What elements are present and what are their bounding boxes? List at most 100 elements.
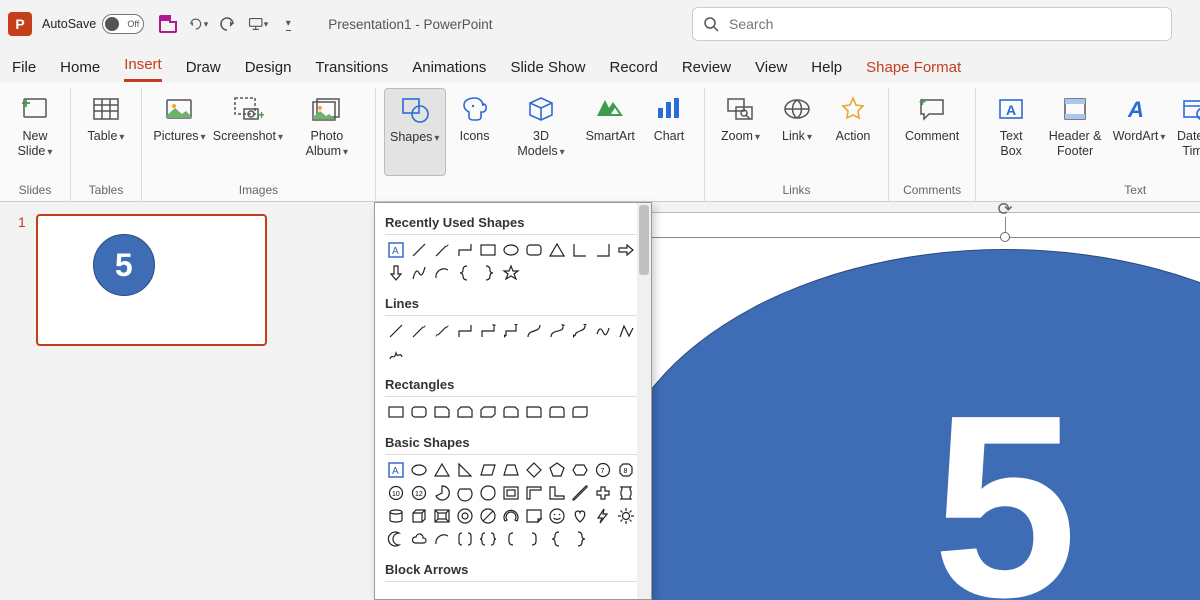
shape-hexagon[interactable] [569, 459, 591, 481]
from-beginning-button[interactable]: ▾ [248, 14, 268, 34]
shape-l-connector[interactable] [569, 239, 591, 261]
shape-round1[interactable] [523, 401, 545, 423]
shape-lightning[interactable] [592, 505, 614, 527]
shape-pentagon[interactable] [546, 459, 568, 481]
tab-transitions[interactable]: Transitions [315, 59, 388, 82]
text-box-button[interactable]: A Text Box [984, 88, 1038, 176]
shape-curve-double[interactable] [569, 320, 591, 342]
shape-freeform[interactable] [615, 320, 637, 342]
slide-thumbnail-panel[interactable]: 1 5 [0, 202, 285, 600]
shape-l-shape[interactable] [546, 482, 568, 504]
shape-curve-arrow[interactable] [546, 320, 568, 342]
shape-text-box2[interactable]: A [385, 459, 407, 481]
shape-octagon[interactable]: 8 [615, 459, 637, 481]
shape-can[interactable] [385, 505, 407, 527]
shape-parallelogram[interactable] [477, 459, 499, 481]
shape-double-brace[interactable] [477, 528, 499, 550]
tab-review[interactable]: Review [682, 59, 731, 82]
shape-cross[interactable] [592, 482, 614, 504]
shape-brace-right[interactable] [477, 262, 499, 284]
shape-smiley[interactable] [546, 505, 568, 527]
shape-heart[interactable] [569, 505, 591, 527]
shape-star[interactable] [500, 262, 522, 284]
3d-models-button[interactable]: 3D Models [504, 88, 579, 176]
redo-button[interactable] [218, 14, 238, 34]
shape-left-bracket[interactable] [500, 528, 522, 550]
shape-curve[interactable] [408, 262, 430, 284]
resize-handle[interactable] [1000, 232, 1010, 242]
shape-curve-conn[interactable] [523, 320, 545, 342]
shape-folded-corner[interactable] [523, 505, 545, 527]
shape-diag-stripe[interactable] [569, 482, 591, 504]
shape-cube[interactable] [408, 505, 430, 527]
search-input[interactable] [729, 16, 1161, 32]
thumbnail-row[interactable]: 1 5 [18, 214, 267, 346]
shape-triangle2[interactable] [431, 459, 453, 481]
shape-arrow-right[interactable] [615, 239, 637, 261]
shape-line-arrow[interactable] [408, 320, 430, 342]
tab-design[interactable]: Design [245, 59, 292, 82]
slide-thumbnail-1[interactable]: 5 [36, 214, 267, 346]
shape-arc2[interactable] [431, 528, 453, 550]
shape-elbow-double[interactable] [500, 320, 522, 342]
shape-oval2[interactable] [408, 459, 430, 481]
link-button[interactable]: Link [770, 88, 824, 176]
shape-scribble[interactable] [385, 343, 407, 365]
qat-customize-button[interactable]: ▾ [278, 14, 298, 34]
shape-triangle[interactable] [546, 239, 568, 261]
shape-dodecagon[interactable]: 12 [408, 482, 430, 504]
shape-trapezoid[interactable] [500, 459, 522, 481]
shape-snip-diag[interactable] [477, 401, 499, 423]
shape-right-brace[interactable] [569, 528, 591, 550]
shape-donut[interactable] [454, 505, 476, 527]
shape-line[interactable] [385, 320, 407, 342]
action-button[interactable]: Action [826, 88, 880, 176]
shape-frame[interactable] [500, 482, 522, 504]
shape-line[interactable] [408, 239, 430, 261]
shape-oval[interactable] [500, 239, 522, 261]
undo-button[interactable]: ▾ [188, 14, 208, 34]
tab-draw[interactable]: Draw [186, 59, 221, 82]
shape-elbow[interactable] [454, 320, 476, 342]
shape-selection[interactable]: ⟳ 5 [595, 237, 1200, 600]
shape-brace-left[interactable] [454, 262, 476, 284]
zoom-button[interactable]: Zoom [713, 88, 768, 176]
shape-freeform-curve[interactable] [592, 320, 614, 342]
tab-home[interactable]: Home [60, 59, 100, 82]
shapes-scrollbar[interactable] [637, 203, 651, 599]
tab-help[interactable]: Help [811, 59, 842, 82]
shapes-gallery-popup[interactable]: Recently Used Shapes A Lines [374, 202, 652, 600]
shape-rounded-rect[interactable] [523, 239, 545, 261]
date-time-button[interactable]: Date & Time [1168, 88, 1200, 176]
shape-arrow-down[interactable] [385, 262, 407, 284]
shape-snip2[interactable] [454, 401, 476, 423]
tab-shape-format[interactable]: Shape Format [866, 59, 961, 82]
shape-sun[interactable] [615, 505, 637, 527]
autosave-toggle[interactable]: AutoSave Off [42, 14, 144, 34]
shape-rect[interactable] [385, 401, 407, 423]
header-footer-button[interactable]: Header & Footer [1040, 88, 1110, 176]
shape-connector[interactable] [454, 239, 476, 261]
shape-pie[interactable] [431, 482, 453, 504]
shape-arc[interactable] [431, 262, 453, 284]
photo-album-button[interactable]: Photo Album [287, 88, 367, 176]
shape-arrow-line[interactable] [431, 239, 453, 261]
shape-decagon[interactable]: 10 [385, 482, 407, 504]
shape-moon[interactable] [385, 528, 407, 550]
search-box[interactable] [692, 7, 1172, 41]
wordart-button[interactable]: A WordArt [1112, 88, 1166, 176]
shape-snip1[interactable] [431, 401, 453, 423]
new-slide-button[interactable]: New Slide [8, 88, 62, 176]
shape-right-tri[interactable] [454, 459, 476, 481]
shape-round-diag[interactable] [569, 401, 591, 423]
save-button[interactable] [158, 14, 178, 34]
pictures-button[interactable]: Pictures [150, 88, 209, 176]
shape-plaque[interactable] [615, 482, 637, 504]
shape-text-box[interactable]: A [385, 239, 407, 261]
shape-heptagon[interactable]: 7 [592, 459, 614, 481]
shape-half-frame[interactable] [523, 482, 545, 504]
chart-button[interactable]: Chart [642, 88, 696, 176]
shape-elbow-arrow[interactable] [477, 320, 499, 342]
shape-cloud[interactable] [408, 528, 430, 550]
shape-teardrop[interactable] [477, 482, 499, 504]
